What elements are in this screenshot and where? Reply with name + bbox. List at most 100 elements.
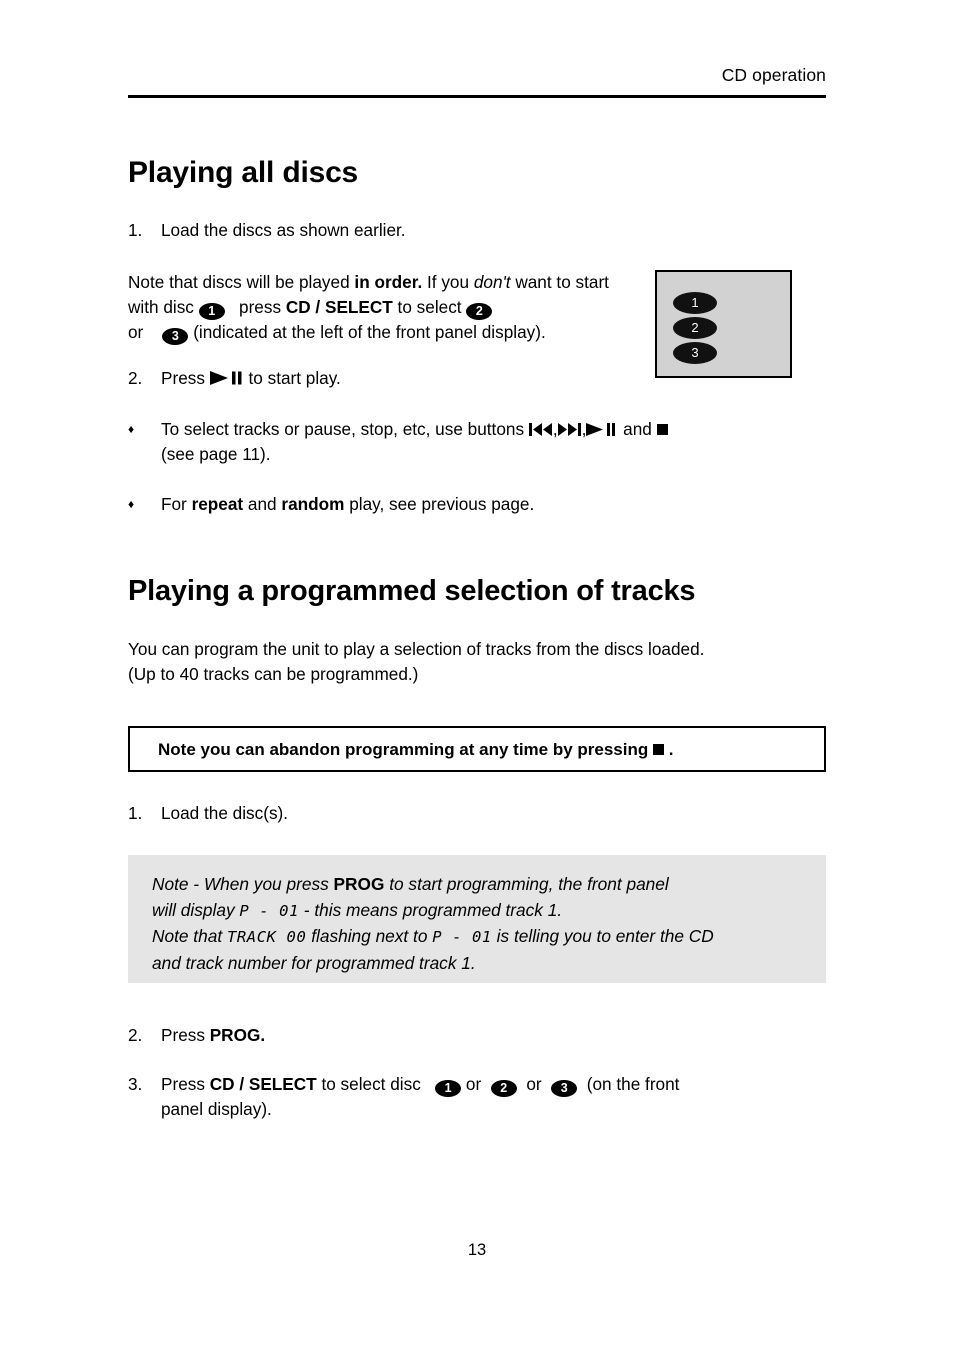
intro-line-2: (Up to 40 tracks can be programmed.) (128, 664, 419, 684)
prog-note-line1-a: Note - When you press (152, 874, 334, 894)
stop-icon (656, 424, 668, 435)
diamond-bullet-icon: ♦ (128, 497, 135, 511)
disc-2-icon: 2 (490, 1080, 517, 1097)
note-text-2: If you (422, 272, 474, 292)
bullet-item-repeat-random: ♦ For repeat and random play, see previo… (128, 492, 828, 517)
note-text-5: to select (392, 297, 467, 317)
lcd-text-p01: P - 01 (239, 901, 299, 920)
bullet1-text-after: and (618, 419, 657, 439)
bullet-item-select-tracks: ♦ To select tracks or pause, stop, etc, … (128, 417, 828, 467)
step-number: 1. (128, 220, 143, 240)
section-title-programmed-selection: Playing a programmed selection of tracks (128, 575, 696, 607)
skip-back-icon (528, 423, 553, 436)
prog-note-line2-b: - this means programmed track 1. (299, 899, 563, 920)
note-text-1: Note that discs will be played (128, 272, 355, 292)
note-text-7: (indicated at the left of the front pane… (193, 322, 546, 342)
abandon-text-before: Note you can abandon programming at any … (158, 740, 653, 759)
bullet2-bold-repeat: repeat (191, 494, 244, 514)
stop-icon (652, 744, 664, 755)
note-block-programming: Note - When you press PROG to start prog… (128, 855, 826, 983)
step-number: 3. (128, 1074, 143, 1094)
page-number: 13 (467, 1241, 487, 1259)
step3-spacer-d (517, 1074, 527, 1094)
step3-spacer-e (542, 1074, 552, 1094)
callout-box-text: Note you can abandon programming at any … (130, 728, 824, 761)
skip-forward-icon (557, 423, 582, 436)
bullet2-bold-random: random (281, 494, 345, 514)
disc-3-icon: 3 (551, 1080, 578, 1097)
list-item-press-cd-select: 3. Press CD / SELECT to select disc 1 or… (128, 1072, 828, 1122)
list-item-press-prog: 2. Press PROG. (128, 1023, 628, 1048)
step2-text-before: Press (161, 368, 210, 388)
document-page: CD operation Playing all discs 1. Load t… (0, 0, 954, 1355)
bullet2-text-2: and (243, 494, 282, 514)
callout-box-abandon-programming: Note you can abandon programming at any … (128, 726, 826, 772)
prog-note-line3-a: Note that (152, 926, 227, 946)
prog-note-line3-c: is telling you to enter the CD (491, 926, 714, 946)
step3-spacer-f (577, 1074, 587, 1094)
header-rule (128, 95, 826, 98)
diamond-bullet-icon: ♦ (128, 422, 135, 436)
note-paragraph-order: Note that discs will be played in order.… (128, 270, 638, 345)
lcd-text-track00: TRACK 00 (226, 928, 307, 946)
running-head: CD operation (128, 64, 826, 86)
note-text-4: press (239, 297, 286, 317)
disc-2-icon: 2 (466, 303, 493, 320)
step3-spacer-a (426, 1074, 436, 1094)
prog-note-line3-b: flashing next to (306, 926, 433, 946)
bullet-text: To select tracks or pause, stop, etc, us… (161, 417, 828, 467)
intro-line-1: You can program the unit to play a selec… (128, 639, 705, 659)
abandon-text-after: . (663, 740, 674, 759)
bullet2-text-3: play, see previous page. (344, 494, 535, 514)
running-head-title: CD operation (721, 65, 826, 85)
step-number: 1. (128, 803, 143, 823)
bullet2-text-1: For (161, 494, 192, 514)
step3-or-2: or (526, 1074, 542, 1094)
list-item-load-discs: 1. Load the discs as shown earlier. (128, 218, 826, 243)
lcd-text-p01-2: P - 01 (432, 928, 492, 946)
intro-paragraph-programmed: You can program the unit to play a selec… (128, 637, 838, 687)
step2-text-after: to start play. (243, 368, 341, 388)
step-text: Load the discs as shown earlier. (161, 220, 406, 240)
step3-text-2: to select disc (316, 1074, 426, 1094)
step-text: Load the disc(s). (161, 803, 289, 823)
step-number: 2. (128, 1025, 143, 1045)
prog-note-line4: and track number for programmed track 1. (152, 952, 476, 973)
prog-note-bold-prog: PROG (333, 874, 385, 894)
bullet1-line2: (see page 11). (161, 444, 271, 464)
disc-3-icon: 3 (162, 328, 189, 345)
bullet1-text-before: To select tracks or pause, stop, etc, us… (161, 419, 529, 439)
note-bold-cd-select: CD / SELECT (285, 297, 393, 317)
step3-spacer-c (481, 1074, 491, 1094)
step3-or-1: or (465, 1074, 482, 1094)
note-spacer-b (143, 322, 162, 342)
step-text: Press PROG. (161, 1023, 628, 1048)
step-text: Press CD / SELECT to select disc 1 or 2 … (161, 1072, 828, 1122)
note-block-text: Note - When you press PROG to start prog… (128, 855, 826, 976)
panel-disc-1-indicator: 1 (673, 292, 717, 314)
step-text: Press to start play. (161, 366, 628, 391)
step3-bold-cd-select: CD / SELECT (209, 1074, 317, 1094)
step3-text-1: Press (161, 1074, 210, 1094)
step2-bold-prog: PROG. (209, 1025, 266, 1045)
play-pause-icon (586, 423, 618, 436)
note-spacer-a (225, 297, 239, 317)
play-pause-icon (209, 371, 244, 385)
step3-line-2: panel display). (161, 1099, 272, 1119)
note-bold-in-order: in order. (354, 272, 423, 292)
page-title: Playing all discs (128, 156, 359, 189)
panel-disc-2-indicator: 2 (673, 317, 717, 339)
list-item-press-play: 2. Press to start play. (128, 366, 628, 391)
bullet-text: For repeat and random play, see previous… (161, 492, 828, 517)
step2-prog-text-before: Press (161, 1025, 210, 1045)
list-item-load-discs-2: 1. Load the disc(s). (128, 801, 728, 826)
step-number: 2. (128, 368, 143, 388)
front-panel-display-illustration: 1 2 3 (655, 270, 792, 378)
prog-note-line2-a: will display (152, 899, 240, 920)
note-italic-dont: don't (473, 272, 511, 292)
panel-disc-3-indicator: 3 (673, 342, 717, 364)
disc-1-icon: 1 (435, 1080, 462, 1097)
disc-1-icon: 1 (198, 303, 225, 320)
prog-note-line1-b: to start programming, the front panel (384, 874, 669, 894)
note-text-6: or (128, 322, 144, 342)
